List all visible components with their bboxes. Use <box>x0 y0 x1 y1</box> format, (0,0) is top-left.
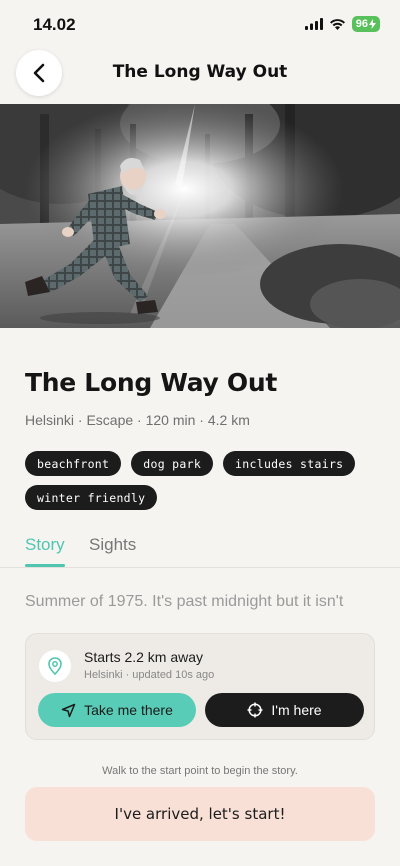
hero-image <box>0 104 400 328</box>
nav-bar: The Long Way Out <box>0 46 400 102</box>
start-location-card: Starts 2.2 km away Helsinki · updated 10… <box>25 633 375 740</box>
nav-title: The Long Way Out <box>112 62 288 82</box>
tab-story[interactable]: Story <box>25 535 65 555</box>
tag-chip: dog park <box>131 451 214 476</box>
charging-bolt-icon <box>369 19 376 29</box>
start-distance-subtitle: Helsinki · updated 10s ago <box>84 669 215 681</box>
tab-sights[interactable]: Sights <box>89 535 136 555</box>
cellular-signal-icon <box>304 18 323 30</box>
story-text-preview: Summer of 1975. It's past midnight but i… <box>25 593 344 610</box>
start-distance-title: Starts 2.2 km away <box>84 649 204 665</box>
navigation-arrow-icon <box>61 703 76 717</box>
status-bar: 14.02 96 <box>0 0 400 50</box>
location-pin-icon <box>48 657 62 675</box>
im-here-button[interactable]: I'm here <box>205 693 364 727</box>
location-pin-badge <box>39 650 71 682</box>
wifi-icon <box>329 19 345 30</box>
take-me-there-label: Take me there <box>84 702 173 718</box>
tag-chip: beachfront <box>25 451 122 476</box>
arrived-start-button[interactable]: I've arrived, let's start! <box>25 787 375 841</box>
status-time: 14.02 <box>33 15 76 34</box>
story-meta: Helsinki · Escape · 120 min · 4.2 km <box>25 412 250 428</box>
take-me-there-button[interactable]: Take me there <box>38 693 196 727</box>
story-title: The Long Way Out <box>25 368 277 397</box>
crosshair-icon <box>247 702 263 718</box>
active-tab-indicator <box>25 564 65 567</box>
im-here-label: I'm here <box>271 702 322 718</box>
tag-chip: includes stairs <box>223 451 356 476</box>
battery-indicator: 96 <box>351 16 380 32</box>
status-icons: 96 <box>304 16 380 32</box>
tag-chip: winter friendly <box>25 485 158 510</box>
battery-level: 96 <box>355 18 368 30</box>
tag-list: beachfront dog park includes stairs wint… <box>25 451 375 510</box>
hero-illustration <box>0 104 400 328</box>
start-hint-text: Walk to the start point to begin the sto… <box>102 765 298 777</box>
tab-bar: Story Sights <box>0 530 400 568</box>
